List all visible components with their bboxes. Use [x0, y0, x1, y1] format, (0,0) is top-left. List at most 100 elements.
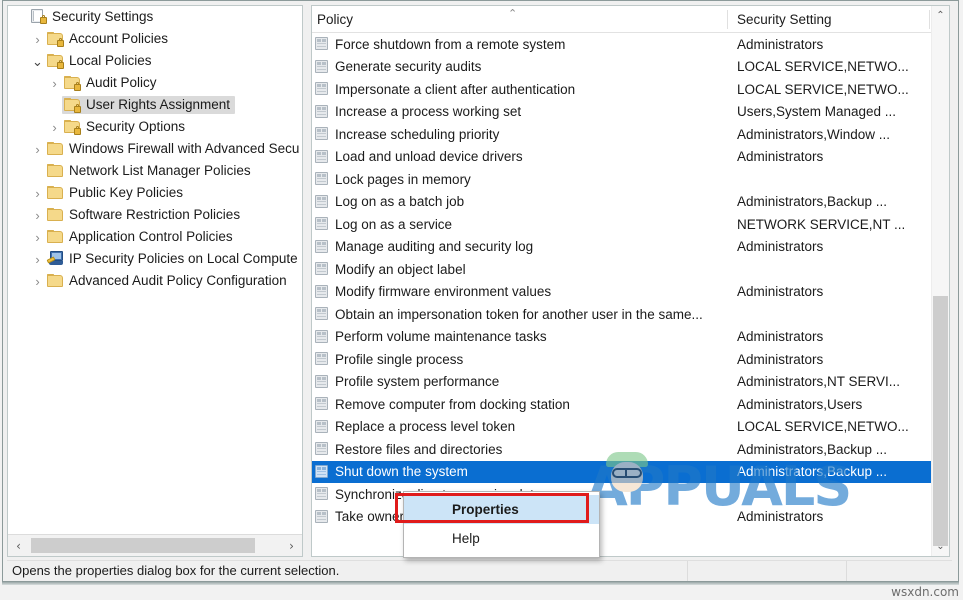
- table-row[interactable]: Increase a process working set Users,Syst…: [312, 101, 931, 124]
- console-tree-list[interactable]: Security Settings › Account Policies ⌄ Local…: [8, 6, 302, 534]
- chevron-right-icon[interactable]: ›: [30, 187, 45, 200]
- sidebar-item[interactable]: › Windows Firewall with Advanced Secu: [8, 138, 302, 160]
- folder-icon: [47, 273, 64, 288]
- sidebar-item-label-wrap[interactable]: Audit Policy: [62, 74, 162, 92]
- sidebar-item[interactable]: Network List Manager Policies: [8, 160, 302, 182]
- table-row[interactable]: Modify firmware environment values Admini…: [312, 281, 931, 304]
- chevron-right-icon[interactable]: ›: [47, 121, 62, 134]
- table-row[interactable]: Impersonate a client after authenticatio…: [312, 78, 931, 101]
- table-row[interactable]: Log on as a batch job Administrators,Back…: [312, 191, 931, 214]
- security-setting-cell: Administrators,Window ...: [728, 127, 931, 142]
- chevron-right-icon[interactable]: ›: [30, 143, 45, 156]
- policy-name-cell: Increase scheduling priority: [312, 127, 728, 142]
- security-setting-cell: Administrators,Backup ...: [728, 194, 931, 209]
- policy-icon: [315, 104, 330, 119]
- scroll-down-arrow-icon[interactable]: ⌄: [932, 537, 949, 556]
- context-menu-item[interactable]: Properties: [404, 495, 599, 524]
- sidebar-item-label: Advanced Audit Policy Configuration: [69, 273, 287, 288]
- column-header-policy[interactable]: Policy ⌃: [312, 6, 728, 33]
- sidebar-item-label-wrap[interactable]: Windows Firewall with Advanced Secu: [45, 140, 302, 158]
- console-tree-pane[interactable]: Security Settings › Account Policies ⌄ Local…: [7, 5, 303, 557]
- table-row[interactable]: Manage auditing and security log Administ…: [312, 236, 931, 259]
- sidebar-item[interactable]: User Rights Assignment: [8, 94, 302, 116]
- sidebar-item[interactable]: › Account Policies: [8, 28, 302, 50]
- policy-name-text: Profile single process: [335, 351, 464, 367]
- table-row[interactable]: Remove computer from docking station Admi…: [312, 393, 931, 416]
- computer-icon: [46, 251, 64, 266]
- table-row[interactable]: Modify an object label: [312, 258, 931, 281]
- table-row[interactable]: Shut down the system Administrators,Backu…: [312, 460, 931, 483]
- policy-name-cell: Impersonate a client after authenticatio…: [312, 82, 728, 97]
- security-setting-text: Administrators: [737, 149, 824, 165]
- sidebar-item[interactable]: › Advanced Audit Policy Configuration: [8, 270, 302, 292]
- chevron-right-icon[interactable]: ›: [30, 209, 45, 222]
- table-row[interactable]: Log on as a service NETWORK SERVICE,NT ..…: [312, 213, 931, 236]
- sidebar-item-label-wrap[interactable]: Local Policies: [45, 52, 157, 70]
- table-row[interactable]: Generate security audits LOCAL SERVICE,NE…: [312, 56, 931, 79]
- policy-name-text: Profile system performance: [335, 374, 500, 390]
- tree-horizontal-scrollbar[interactable]: ‹ ›: [8, 534, 302, 556]
- sidebar-item-label: Network List Manager Policies: [69, 163, 251, 178]
- policy-name-cell: Shut down the system: [312, 464, 728, 479]
- chevron-right-icon[interactable]: ›: [30, 231, 45, 244]
- sidebar-item-label-wrap[interactable]: User Rights Assignment: [62, 96, 236, 114]
- column-header-security-setting[interactable]: Security Setting: [728, 6, 930, 33]
- policy-name-text: Restore files and directories: [335, 441, 503, 457]
- sidebar-item-label-wrap[interactable]: Account Policies: [45, 30, 173, 48]
- policy-list-vertical-scrollbar[interactable]: ⌃ ⌄: [931, 6, 949, 556]
- table-row[interactable]: Obtain an impersonation token for anothe…: [312, 303, 931, 326]
- chevron-down-icon[interactable]: ⌄: [30, 55, 45, 68]
- tree-hscroll-thumb[interactable]: [31, 538, 255, 553]
- scroll-left-arrow-icon[interactable]: ‹: [8, 535, 29, 556]
- tree-hscroll-track[interactable]: [29, 535, 281, 556]
- context-menu-item[interactable]: Help: [404, 524, 599, 553]
- sidebar-item-label-wrap[interactable]: Security Options: [62, 118, 190, 136]
- sidebar-item[interactable]: ⌄ Local Policies: [8, 50, 302, 72]
- security-setting-text: Administrators,Backup ...: [737, 194, 888, 210]
- scroll-up-arrow-icon[interactable]: ⌃: [932, 6, 949, 25]
- sidebar-item-label-wrap[interactable]: Security Settings: [28, 8, 158, 26]
- table-row[interactable]: Lock pages in memory: [312, 168, 931, 191]
- security-setting-text: Administrators: [737, 351, 824, 367]
- sidebar-item[interactable]: › IP Security Policies on Local Compute: [8, 248, 302, 270]
- table-row[interactable]: Force shutdown from a remote system Admin…: [312, 33, 931, 56]
- table-row[interactable]: Perform volume maintenance tasks Administ…: [312, 326, 931, 349]
- chevron-right-icon[interactable]: ›: [30, 253, 45, 266]
- table-row[interactable]: Profile single process Administrators: [312, 348, 931, 371]
- sidebar-item[interactable]: › Application Control Policies: [8, 226, 302, 248]
- sidebar-item[interactable]: Security Settings: [8, 6, 302, 28]
- policy-name-text: Increase scheduling priority: [335, 126, 500, 142]
- table-row[interactable]: Profile system performance Administrators…: [312, 371, 931, 394]
- table-row[interactable]: Restore files and directories Administrat…: [312, 438, 931, 461]
- policy-rows-container[interactable]: Force shutdown from a remote system Admin…: [312, 33, 931, 556]
- status-bar-pane-2: [688, 560, 847, 581]
- sidebar-item[interactable]: › Public Key Policies: [8, 182, 302, 204]
- sidebar-item-label-wrap[interactable]: Application Control Policies: [45, 228, 238, 246]
- status-bar-message: Opens the properties dialog box for the …: [12, 563, 340, 578]
- sidebar-item-label-wrap[interactable]: Public Key Policies: [45, 184, 188, 202]
- table-row[interactable]: Load and unload device drivers Administra…: [312, 146, 931, 169]
- sidebar-item[interactable]: › Audit Policy: [8, 72, 302, 94]
- chevron-right-icon[interactable]: ›: [30, 275, 45, 288]
- sidebar-item-label-wrap[interactable]: IP Security Policies on Local Compute: [45, 250, 302, 268]
- security-setting-text: Administrators,Window ...: [737, 126, 891, 142]
- sidebar-item[interactable]: › Security Options: [8, 116, 302, 138]
- scroll-right-arrow-icon[interactable]: ›: [281, 535, 302, 556]
- policy-icon: [315, 59, 330, 74]
- sidebar-item-label-wrap[interactable]: Advanced Audit Policy Configuration: [45, 272, 292, 290]
- security-setting-text: Administrators: [737, 36, 824, 52]
- chevron-right-icon[interactable]: ›: [47, 77, 62, 90]
- chevron-right-icon[interactable]: ›: [30, 33, 45, 46]
- sidebar-item-label-wrap[interactable]: Software Restriction Policies: [45, 206, 245, 224]
- sidebar-item-label-wrap[interactable]: Network List Manager Policies: [45, 162, 256, 180]
- sidebar-item-label: IP Security Policies on Local Compute: [69, 251, 298, 266]
- policy-list-pane[interactable]: Policy ⌃ Security Setting Force shutdown…: [311, 5, 950, 557]
- policy-context-menu[interactable]: Properties Help: [403, 491, 600, 558]
- policy-list-vscroll-thumb[interactable]: [933, 296, 948, 546]
- table-row[interactable]: Increase scheduling priority Administrato…: [312, 123, 931, 146]
- sidebar-item[interactable]: › Software Restriction Policies: [8, 204, 302, 226]
- sidebar-item-label: Local Policies: [69, 53, 152, 68]
- table-row[interactable]: Replace a process level token LOCAL SERVI…: [312, 416, 931, 439]
- policy-name-cell: Restore files and directories: [312, 442, 728, 457]
- sidebar-item-label: Application Control Policies: [69, 229, 233, 244]
